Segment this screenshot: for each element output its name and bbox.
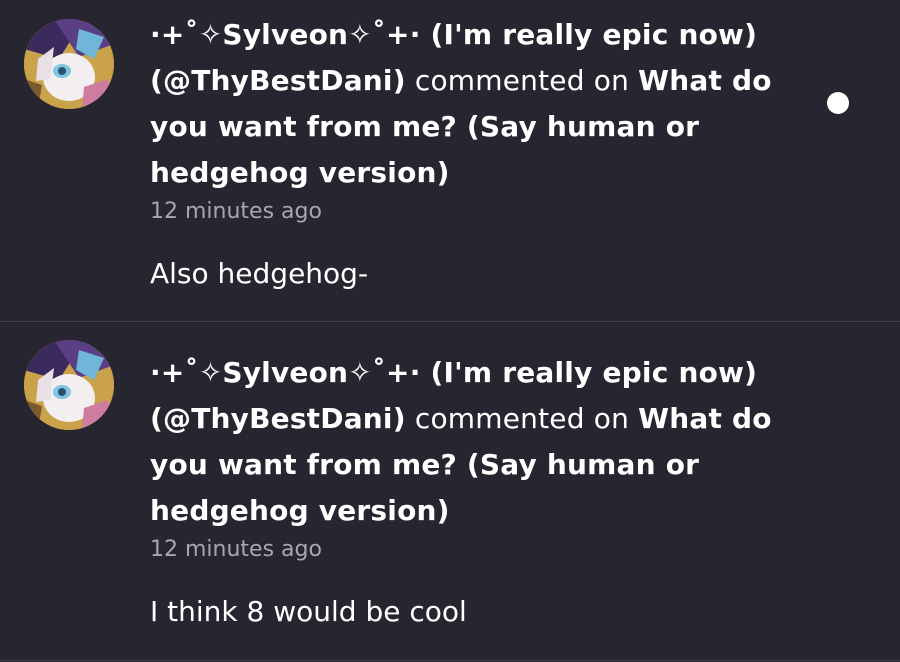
unread-dot-icon [827, 92, 849, 114]
notification-body: ·+˚✧Sylveon✧˚+· (I'm really epic now) (@… [150, 350, 810, 632]
notification-item[interactable]: ·+˚✧Sylveon✧˚+· (I'm really epic now) (@… [0, 322, 900, 661]
comment-text: I think 8 would be cool [150, 595, 467, 628]
notification-headline: ·+˚✧Sylveon✧˚+· (I'm really epic now) (@… [150, 350, 810, 534]
user-display-name[interactable]: ·+˚✧Sylveon✧˚+· (I'm really epic now) [150, 18, 757, 51]
notification-item[interactable]: ·+˚✧Sylveon✧˚+· (I'm really epic now) (@… [0, 0, 900, 322]
sylveon-avatar-image [24, 340, 114, 430]
user-handle[interactable]: (@ThyBestDani) [150, 64, 406, 97]
sylveon-avatar-image [24, 19, 114, 109]
action-text: commented on [414, 64, 630, 97]
timestamp: 12 minutes ago [150, 199, 322, 224]
timestamp: 12 minutes ago [150, 537, 322, 562]
user-display-name[interactable]: ·+˚✧Sylveon✧˚+· (I'm really epic now) [150, 356, 757, 389]
user-handle[interactable]: (@ThyBestDani) [150, 402, 406, 435]
notification-headline: ·+˚✧Sylveon✧˚+· (I'm really epic now) (@… [150, 12, 810, 196]
comment-text: Also hedgehog- [150, 257, 369, 290]
avatar[interactable] [24, 340, 114, 430]
notification-feed: ·+˚✧Sylveon✧˚+· (I'm really epic now) (@… [0, 0, 900, 662]
notification-body: ·+˚✧Sylveon✧˚+· (I'm really epic now) (@… [150, 12, 810, 294]
action-text: commented on [414, 402, 630, 435]
avatar[interactable] [24, 19, 114, 109]
